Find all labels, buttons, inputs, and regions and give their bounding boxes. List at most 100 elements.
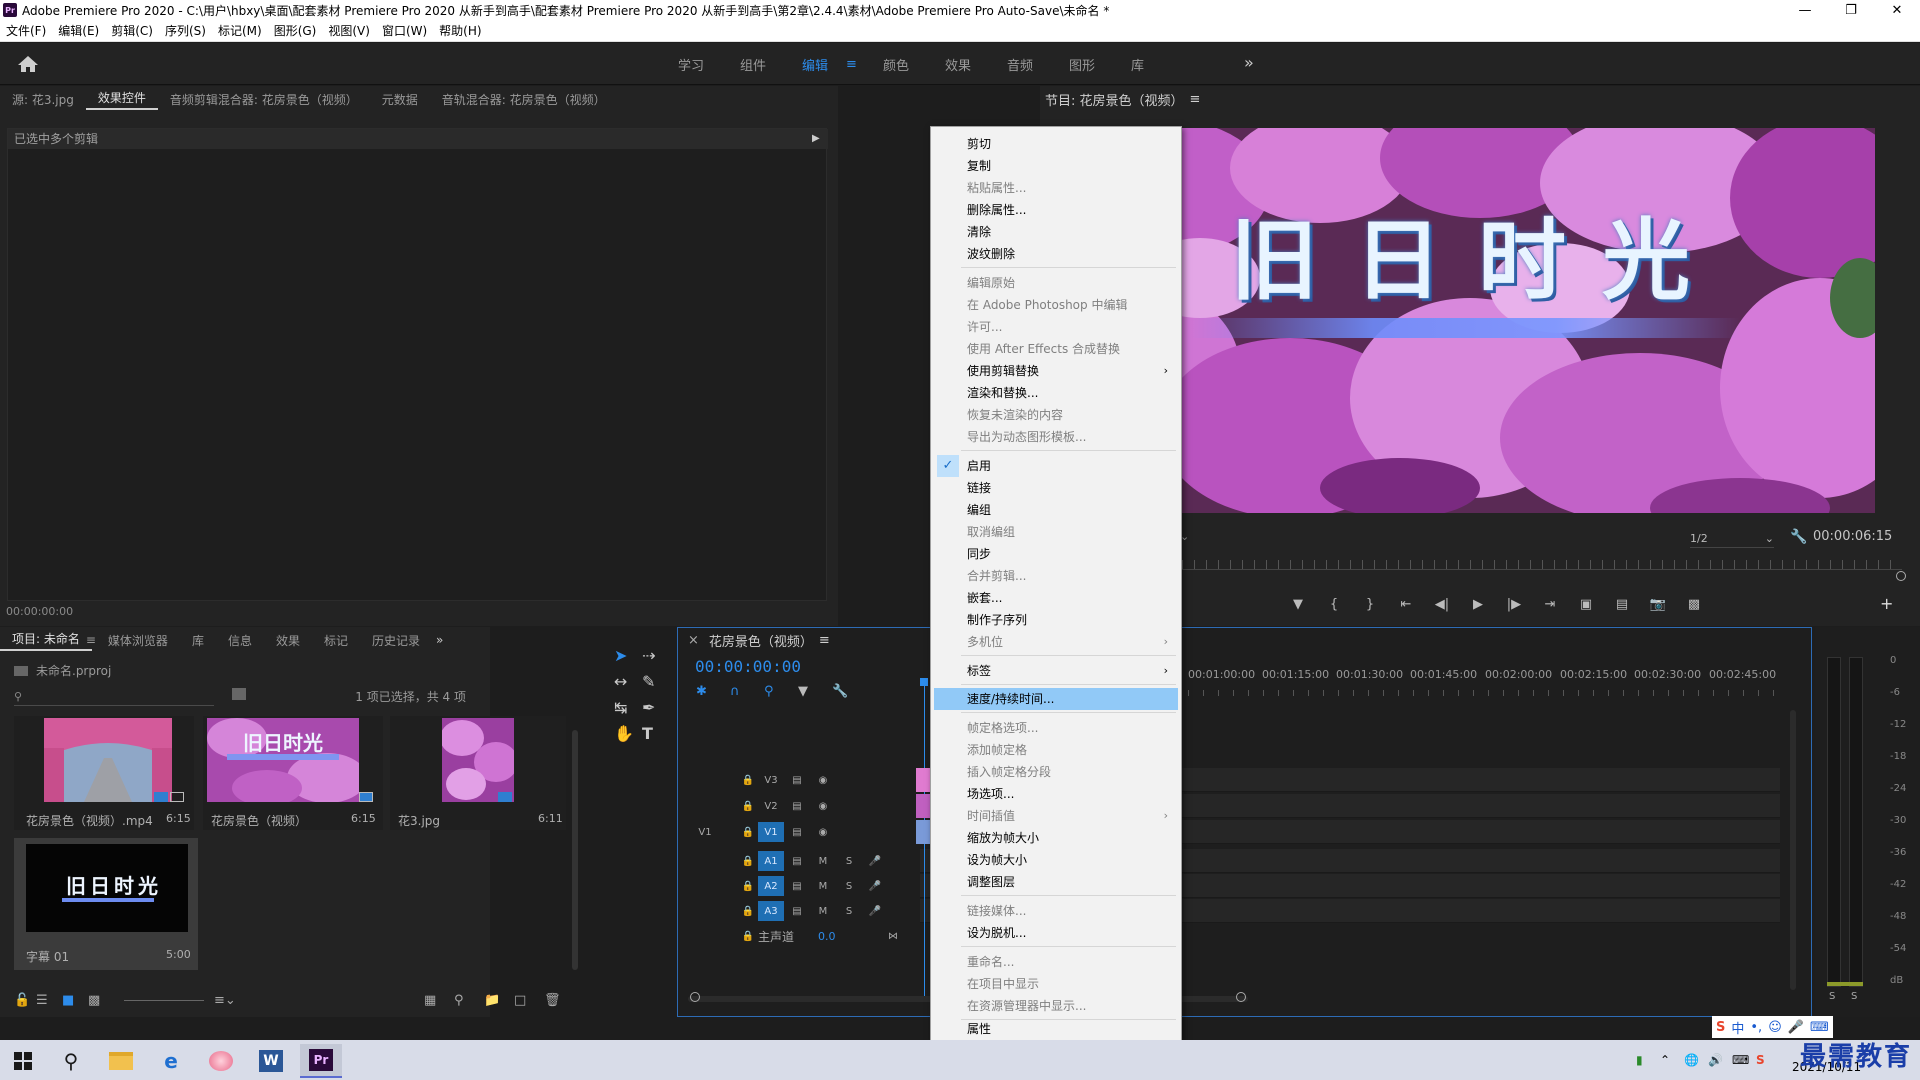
tab-history[interactable]: 历史记录 bbox=[360, 632, 432, 649]
microphone-icon[interactable]: 🎤 bbox=[862, 901, 888, 921]
timeline-settings-wrench-icon[interactable]: 🔧 bbox=[832, 684, 866, 699]
file-explorer-icon[interactable] bbox=[100, 1044, 142, 1078]
solo-button[interactable]: S bbox=[836, 851, 862, 871]
tab-audio-track-mixer[interactable]: 音轨混合器: 花房景色（视频） bbox=[430, 91, 618, 108]
add-marker-icon[interactable]: ▼ bbox=[798, 684, 832, 699]
go-to-end-icon[interactable]: ⋈ bbox=[888, 931, 898, 942]
menu-markers[interactable]: 标记(M) bbox=[212, 22, 268, 39]
menu-item-remove-attributes[interactable]: 删除属性... bbox=[934, 199, 1178, 221]
type-tool-icon[interactable]: T bbox=[642, 724, 653, 743]
lock-icon[interactable]: 🔒 bbox=[738, 796, 758, 816]
track-label-a2[interactable]: A2 bbox=[758, 876, 784, 896]
menu-clip[interactable]: 剪辑(C) bbox=[105, 22, 159, 39]
scroll-handle-right[interactable] bbox=[1236, 992, 1246, 1002]
play-icon[interactable]: ▶ bbox=[1460, 597, 1496, 612]
resolution-dropdown[interactable]: 1/2 ⌄ bbox=[1690, 530, 1774, 548]
close-icon[interactable]: × bbox=[688, 633, 699, 648]
eye-icon[interactable]: ◉ bbox=[810, 822, 836, 842]
lock-icon[interactable]: 🔒 bbox=[738, 770, 758, 790]
menu-item-scale-to-frame-size[interactable]: 缩放为帧大小 bbox=[934, 827, 1178, 849]
program-time-ruler[interactable] bbox=[1182, 560, 1902, 570]
menu-item-link[interactable]: 链接 bbox=[934, 477, 1178, 499]
battery-icon[interactable]: ▮ bbox=[1636, 1053, 1660, 1067]
project-item[interactable]: 花房景色（视频）.mp4 6:15 bbox=[14, 716, 194, 830]
menu-item-clear[interactable]: 清除 bbox=[934, 221, 1178, 243]
lock-icon[interactable]: 🔒 bbox=[738, 876, 758, 896]
premiere-taskbar-icon[interactable]: Pr bbox=[300, 1044, 342, 1078]
solo-button[interactable]: S bbox=[836, 901, 862, 921]
timeline-timecode[interactable]: 00:00:00:00 bbox=[695, 657, 801, 676]
ime-emoji-icon[interactable]: ☺ bbox=[1768, 1020, 1782, 1035]
playhead-circle-icon[interactable] bbox=[1896, 571, 1906, 581]
menu-item-set-to-frame-size[interactable]: 设为帧大小 bbox=[934, 849, 1178, 871]
microphone-icon[interactable]: 🎤 bbox=[862, 876, 888, 896]
tab-media-browser[interactable]: 媒体浏览器 bbox=[96, 632, 180, 649]
go-to-in-icon[interactable]: ⇤ bbox=[1388, 597, 1424, 612]
snap-icon[interactable]: ∩ bbox=[730, 684, 764, 699]
mute-button[interactable]: M bbox=[810, 876, 836, 896]
workspace-menu-icon[interactable]: ≡ bbox=[846, 57, 865, 72]
export-frame-icon[interactable]: 📷 bbox=[1640, 597, 1676, 612]
timeline-clip-v2[interactable] bbox=[916, 794, 930, 818]
lift-icon[interactable]: ▣ bbox=[1568, 597, 1604, 612]
tab-effect-controls[interactable]: 效果控件 bbox=[85, 89, 158, 110]
menu-view[interactable]: 视图(V) bbox=[322, 22, 376, 39]
mark-out-icon[interactable]: } bbox=[1352, 597, 1388, 612]
mark-in-icon[interactable]: { bbox=[1316, 597, 1352, 612]
menu-help[interactable]: 帮助(H) bbox=[433, 22, 487, 39]
source-patch-v1[interactable]: V1 bbox=[680, 827, 730, 838]
icon-view-icon[interactable]: ■ bbox=[62, 993, 88, 1008]
tab-metadata[interactable]: 元数据 bbox=[370, 91, 430, 108]
sogou-ime-icon[interactable]: S bbox=[1716, 1020, 1725, 1035]
menu-item-speed-duration[interactable]: 速度/持续时间... bbox=[934, 688, 1178, 710]
add-button-icon[interactable]: + bbox=[1880, 594, 1893, 613]
track-label-a3[interactable]: A3 bbox=[758, 901, 784, 921]
tab-info[interactable]: 信息 bbox=[216, 632, 264, 649]
menu-item-group[interactable]: 编组 bbox=[934, 499, 1178, 521]
ime-language-indicator[interactable]: 中 bbox=[1731, 1018, 1744, 1037]
timeline-vertical-scrollbar[interactable] bbox=[1790, 710, 1796, 990]
sogou-tray-icon[interactable]: S bbox=[1756, 1053, 1780, 1067]
home-icon[interactable] bbox=[14, 53, 42, 75]
menu-edit[interactable]: 编辑(E) bbox=[52, 22, 105, 39]
mute-button[interactable]: M bbox=[810, 901, 836, 921]
menu-item-enable[interactable]: ✓ 启用 bbox=[934, 455, 1178, 477]
program-monitor-title[interactable]: 节目: 花房景色（视频） ≡ bbox=[1045, 88, 1200, 110]
automate-to-sequence-icon[interactable]: ▦ bbox=[424, 993, 454, 1008]
workspace-graphics[interactable]: 图形 bbox=[1051, 55, 1113, 74]
sync-lock-icon[interactable]: ▤ bbox=[784, 876, 810, 896]
tab-effects[interactable]: 效果 bbox=[264, 632, 312, 649]
freeform-view-icon[interactable]: ▩ bbox=[88, 993, 114, 1008]
panel-menu-icon[interactable]: ≡ bbox=[819, 633, 830, 648]
more-workspaces-icon[interactable]: » bbox=[1244, 53, 1254, 72]
timeline-clip-v3[interactable] bbox=[916, 768, 930, 792]
volume-icon[interactable]: 🔊 bbox=[1708, 1053, 1732, 1067]
new-bin-from-search-icon[interactable] bbox=[232, 688, 246, 700]
project-search-input[interactable]: ⚲ bbox=[14, 688, 214, 706]
mute-button[interactable]: M bbox=[810, 851, 836, 871]
workspace-effects[interactable]: 效果 bbox=[927, 55, 989, 74]
menu-item-ripple-delete[interactable]: 波纹删除 bbox=[934, 243, 1178, 265]
menu-window[interactable]: 窗口(W) bbox=[376, 22, 433, 39]
timeline-tab[interactable]: × 花房景色（视频） ≡ bbox=[688, 631, 830, 650]
new-item-icon[interactable]: □ bbox=[514, 993, 544, 1008]
menu-item-field-options[interactable]: 场选项... bbox=[934, 783, 1178, 805]
tab-audio-clip-mixer[interactable]: 音频剪辑混合器: 花房景色（视频） bbox=[158, 91, 370, 108]
eye-icon[interactable]: ◉ bbox=[810, 770, 836, 790]
ime-keyboard-icon[interactable]: ⌨ bbox=[1810, 1020, 1829, 1035]
microphone-icon[interactable]: 🎤 bbox=[862, 851, 888, 871]
menu-file[interactable]: 文件(F) bbox=[0, 22, 52, 39]
network-icon[interactable]: 🌐 bbox=[1684, 1053, 1708, 1067]
menu-graphics[interactable]: 图形(G) bbox=[268, 22, 323, 39]
project-item[interactable]: 花3.jpg 6:11 bbox=[390, 716, 566, 830]
comparison-view-icon[interactable]: ▩ bbox=[1676, 597, 1712, 612]
scroll-handle-left[interactable] bbox=[690, 992, 700, 1002]
tab-markers[interactable]: 标记 bbox=[312, 632, 360, 649]
hand-tool-icon[interactable]: ✋ bbox=[614, 724, 634, 743]
ripple-edit-tool-icon[interactable]: ↔ bbox=[614, 672, 627, 691]
workspace-assembly[interactable]: 组件 bbox=[722, 55, 784, 74]
nest-toggle-icon[interactable]: ✱ bbox=[696, 684, 730, 699]
project-item[interactable]: 旧日时光 花房景色（视频） 6:15 bbox=[203, 716, 383, 830]
list-view-icon[interactable]: ☰ bbox=[36, 993, 62, 1008]
minimize-button[interactable]: — bbox=[1782, 0, 1828, 20]
